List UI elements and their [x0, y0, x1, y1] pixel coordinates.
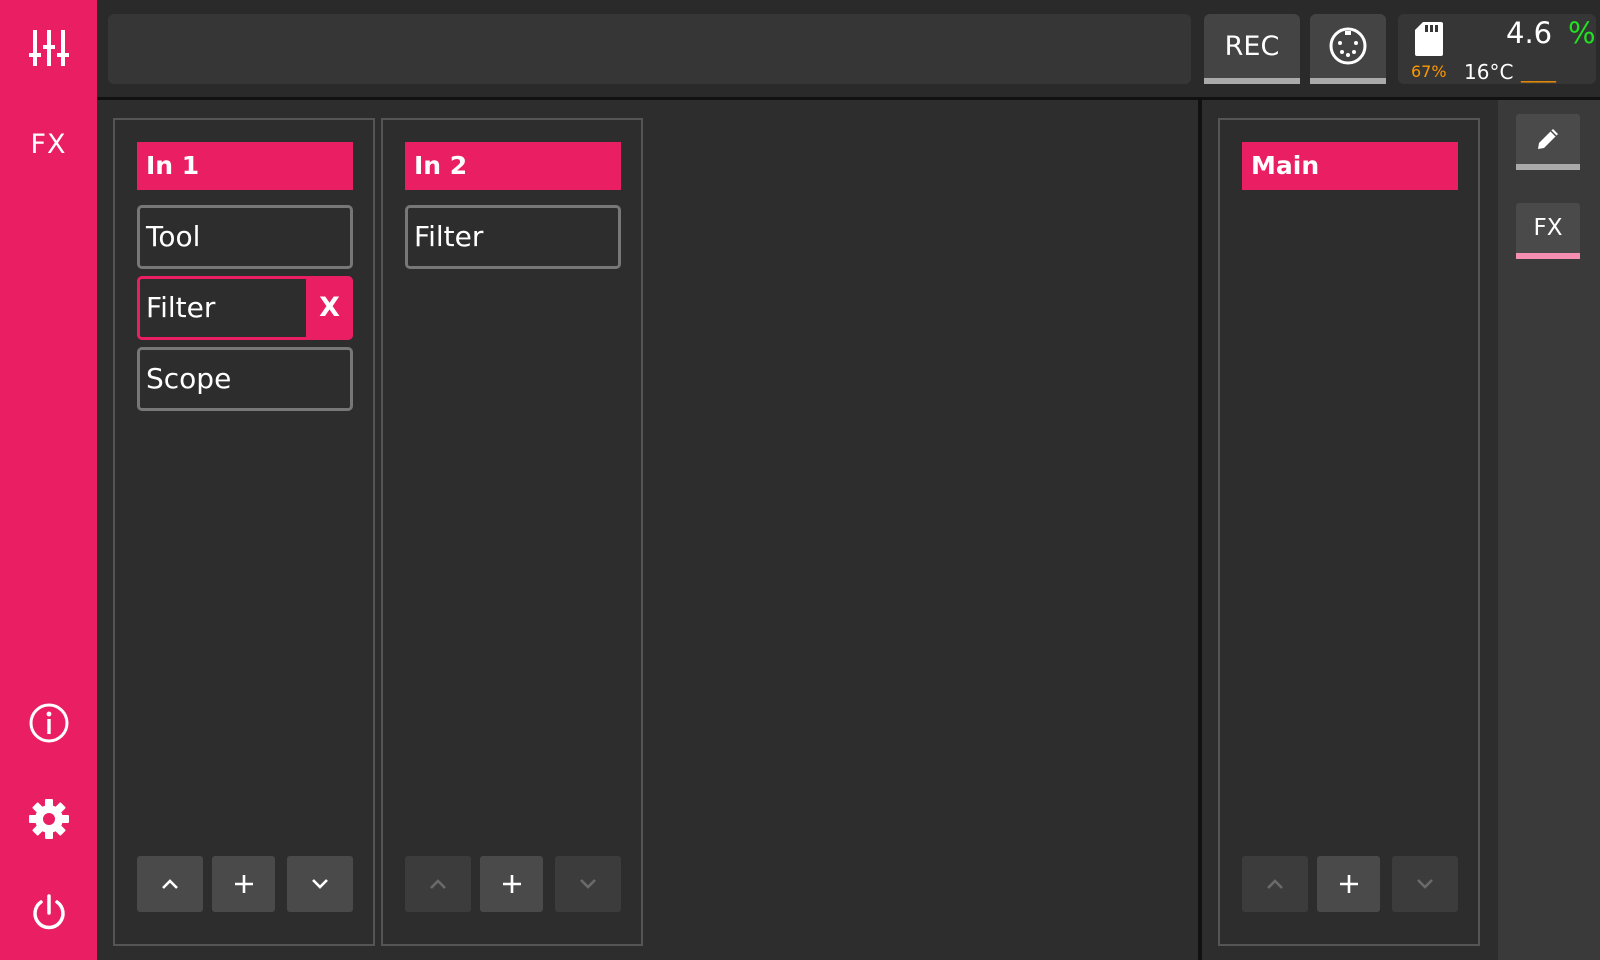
sd-card-icon	[1415, 22, 1443, 56]
chevron-up-icon	[430, 879, 446, 889]
fx-slot-label: Filter	[146, 291, 216, 324]
move-up-button[interactable]	[137, 856, 203, 912]
add-fx-button[interactable]	[1317, 856, 1380, 912]
cpu-load-value: 4.6	[1506, 16, 1553, 50]
fx-slot-selected[interactable]: Filter X	[137, 276, 353, 340]
midi-din-icon	[1329, 27, 1367, 65]
main-bus-area: Main	[1202, 100, 1498, 960]
plus-icon	[1339, 875, 1358, 893]
channel-header[interactable]: In 2	[405, 142, 621, 190]
channel-strip-main: Main	[1218, 118, 1480, 946]
sidebar: FX	[0, 0, 97, 960]
chevron-down-icon	[1417, 879, 1433, 889]
gear-icon	[28, 799, 69, 839]
move-down-button[interactable]	[287, 856, 353, 912]
move-down-button[interactable]	[1392, 856, 1458, 912]
fx-nav-label: FX	[30, 128, 67, 160]
right-tool-rail: FX	[1498, 100, 1600, 960]
channel-header[interactable]: Main	[1242, 142, 1458, 190]
info-icon	[29, 703, 68, 743]
fx-view-label: FX	[1533, 215, 1563, 241]
chevron-down-icon	[580, 879, 596, 889]
settings-button[interactable]	[0, 779, 97, 859]
fx-slot[interactable]: Tool	[137, 205, 353, 269]
plus-icon	[234, 875, 253, 893]
info-button[interactable]	[0, 683, 97, 763]
channel-header[interactable]: In 1	[137, 142, 353, 190]
remove-fx-button[interactable]: X	[306, 276, 353, 340]
sd-usage: 67%	[1411, 62, 1447, 81]
add-fx-button[interactable]	[212, 856, 275, 912]
record-button[interactable]: REC	[1204, 14, 1300, 84]
pencil-icon	[1538, 129, 1558, 149]
plus-icon	[502, 875, 521, 893]
status-message-field	[108, 14, 1191, 84]
mixer-button[interactable]	[0, 8, 97, 88]
channel-strip-in1: In 1 Tool Filter X Scope	[113, 118, 375, 946]
channel-strip-in2: In 2 Filter	[381, 118, 643, 946]
temperature-readout: 16°C	[1464, 60, 1514, 84]
edit-button[interactable]	[1516, 114, 1580, 170]
add-fx-button[interactable]	[480, 856, 543, 912]
chevron-down-icon	[312, 879, 328, 889]
power-button[interactable]	[0, 873, 97, 953]
move-up-button[interactable]	[1242, 856, 1308, 912]
move-up-button[interactable]	[405, 856, 471, 912]
chevron-up-icon	[1267, 879, 1283, 889]
sliders-icon	[28, 30, 69, 66]
power-icon	[32, 894, 65, 930]
top-bar: REC 67% 4.6 % 16°C ____	[97, 0, 1600, 100]
move-down-button[interactable]	[555, 856, 621, 912]
cpu-load-unit: %	[1568, 16, 1596, 50]
temperature-bars: ____	[1521, 61, 1556, 83]
chevron-up-icon	[162, 879, 178, 889]
fx-view-button[interactable]: FX	[1516, 203, 1580, 259]
system-status-panel: 67% 4.6 % 16°C ____	[1398, 14, 1596, 84]
midi-button[interactable]	[1310, 14, 1386, 84]
fx-slot[interactable]: Scope	[137, 347, 353, 411]
channel-workspace: In 1 Tool Filter X Scope In 2 Filter	[97, 100, 1198, 960]
record-label: REC	[1224, 30, 1280, 62]
fx-nav-button[interactable]: FX	[0, 104, 97, 184]
fx-slot[interactable]: Filter	[405, 205, 621, 269]
